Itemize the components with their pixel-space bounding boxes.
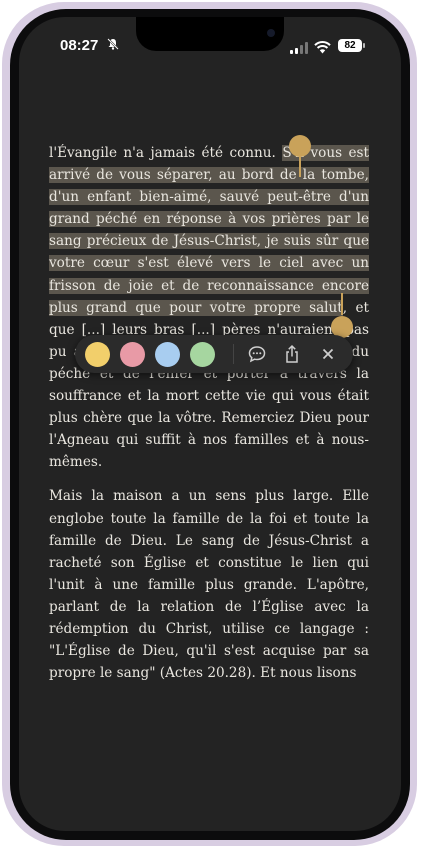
- reading-content: l'Évangile n'a jamais été connu. S'il vo…: [49, 142, 369, 696]
- cellular-signal-icon: [290, 42, 308, 54]
- status-time: 08:27: [60, 37, 99, 54]
- camera-icon: [267, 29, 275, 37]
- highlight-toolbar: [75, 335, 353, 373]
- toolbar-divider: [233, 344, 234, 364]
- highlight-yellow-swatch[interactable]: [85, 342, 110, 367]
- bell-muted-icon: [107, 38, 119, 53]
- wifi-icon: [314, 39, 331, 58]
- text-after-selection: , et que [...] leurs bras [...] pères n'…: [49, 299, 369, 471]
- paragraph-2: Mais la maison a un sens plus large. Ell…: [49, 488, 369, 682]
- text-before-selection: l'Évangile n'a jamais été connu.: [49, 145, 283, 161]
- highlight-pink-swatch[interactable]: [120, 342, 145, 367]
- selected-text-highlight[interactable]: S'il vous est arrivé de vous séparer, au…: [49, 145, 369, 316]
- highlight-blue-swatch[interactable]: [155, 342, 180, 367]
- share-icon[interactable]: [282, 344, 302, 364]
- selection-start-caret: [299, 157, 301, 177]
- notch: [136, 17, 284, 51]
- note-icon[interactable]: [247, 344, 267, 364]
- battery-indicator: 82: [338, 39, 362, 52]
- highlight-green-swatch[interactable]: [190, 342, 215, 367]
- battery-tip: [363, 43, 365, 48]
- close-icon[interactable]: [318, 344, 338, 364]
- selection-end-caret: [341, 293, 343, 315]
- selection-start-handle[interactable]: [289, 135, 311, 157]
- screen: 08:27 82 l'Évangile n'a jamais été connu…: [19, 17, 401, 831]
- paragraph-1: l'Évangile n'a jamais été connu. S'il vo…: [49, 142, 369, 473]
